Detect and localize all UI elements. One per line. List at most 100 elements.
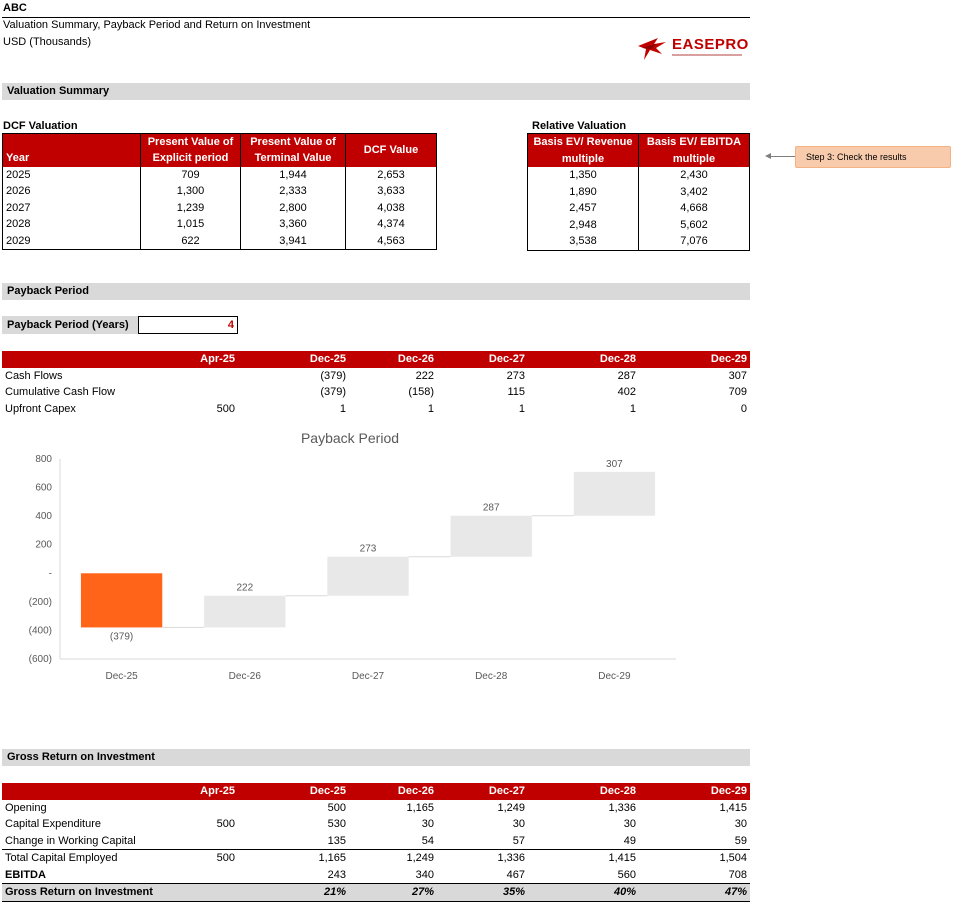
cell: 49	[623, 834, 636, 847]
y-tick-label: (400)	[29, 625, 52, 636]
table-row: Cash Flows (379) 222 273 287 307	[2, 368, 750, 385]
step-callout: Step 3: Check the results	[795, 146, 951, 168]
section-valuation-summary: Valuation Summary	[2, 83, 750, 100]
col-header-dec-28: Dec-28	[599, 353, 636, 365]
table-row: 2027 1,239 2,800 4,038	[3, 199, 437, 216]
data-label: 222	[236, 583, 253, 594]
data-label: 307	[606, 459, 623, 470]
data-label: 287	[483, 503, 500, 514]
rel-header-ev-ebitda-2: multiple	[638, 150, 750, 167]
data-label: 273	[360, 544, 377, 555]
cell: 1	[629, 402, 636, 415]
cell: 1,249	[497, 801, 525, 814]
cell: 1,415	[719, 801, 747, 814]
title-underline	[2, 17, 750, 18]
col-header	[2, 783, 142, 800]
dcf-year: 2026	[6, 185, 31, 197]
dcf-value: 2,653	[345, 166, 437, 183]
company-name: ABC	[3, 2, 27, 14]
row-label: Opening	[5, 801, 47, 814]
table-row: 2,457 4,668	[528, 200, 750, 217]
cell: 30	[421, 818, 434, 830]
cell: 1,249	[349, 849, 437, 867]
gross-return-table: Apr-25 Dec-25 Dec-26 Dec-27 Dec-28 Dec-2…	[2, 783, 750, 902]
cell: 27%	[349, 883, 437, 902]
col-header-apr-25: Apr-25	[200, 785, 235, 797]
cell: 30	[623, 818, 636, 830]
table-row-gross-return: Gross Return on Investment 21% 27% 35% 4…	[2, 883, 750, 902]
cell: 1,336	[437, 849, 528, 867]
row-label: Change in Working Capital	[5, 834, 136, 847]
table-row: 1,890 3,402	[528, 183, 750, 200]
y-tick-label: (200)	[29, 597, 52, 608]
row-label: Upfront Capex	[5, 402, 76, 415]
col-header-dec-29: Dec-29	[710, 785, 747, 797]
row-label: EBITDA	[5, 868, 46, 881]
cell: 708	[728, 868, 747, 881]
dcf-pv-explicit: 709	[140, 166, 241, 183]
cell	[142, 883, 238, 902]
rel-ev-revenue: 1,350	[569, 169, 597, 181]
table-row-total: Total Capital Employed 500 1,165 1,249 1…	[2, 849, 750, 867]
dcf-pv-terminal: 3,941	[240, 232, 346, 250]
cell: 47%	[639, 883, 750, 902]
cell: 500	[142, 849, 238, 867]
dcf-pv-terminal: 2,333	[240, 183, 346, 200]
logo-tagline	[672, 54, 742, 56]
y-tick-label: 400	[35, 511, 52, 522]
y-tick-label: 200	[35, 540, 52, 551]
table-row: Capital Expenditure 500 530 30 30 30 30	[2, 816, 750, 833]
col-header-dec-27: Dec-27	[488, 785, 525, 797]
payback-waterfall-chart: Payback Period (600) (400) (200) - 200 400 600 8…	[29, 430, 676, 682]
cell: 35%	[437, 883, 528, 902]
cell: 1	[427, 402, 434, 415]
cell: 1	[518, 402, 525, 415]
x-tick-label: Dec-29	[598, 671, 631, 682]
rel-ev-revenue: 3,538	[569, 235, 597, 247]
y-tick-label: 800	[35, 454, 52, 465]
payback-table: Apr-25 Dec-25 Dec-26 Dec-27 Dec-28 Dec-2…	[2, 351, 750, 417]
dcf-header-pv-terminal: Present Value of	[240, 133, 346, 150]
row-label: Gross Return on Investment	[2, 883, 153, 902]
dcf-header-dcf-value: DCF Value	[345, 133, 437, 167]
col-header-apr-25: Apr-25	[200, 353, 235, 365]
cell: 1,504	[639, 849, 750, 867]
cell	[142, 800, 238, 817]
payback-period-input[interactable]: 4	[138, 316, 238, 334]
table-row: 2025 709 1,944 2,653	[3, 166, 437, 183]
rel-ev-ebitda: 2,430	[638, 167, 750, 184]
cell: 40%	[528, 883, 639, 902]
cell: 135	[327, 834, 346, 847]
dcf-pv-explicit: 1,239	[140, 199, 241, 216]
cell: 500	[216, 402, 235, 415]
cell: (379)	[320, 386, 346, 398]
dcf-year: 2029	[6, 234, 31, 247]
dcf-header-pv-terminal-2: Terminal Value	[240, 150, 346, 167]
dcf-year: 2027	[6, 201, 31, 214]
rel-ev-revenue: 1,890	[569, 185, 597, 198]
cell: 21%	[238, 883, 349, 902]
cell: 57	[512, 834, 525, 847]
col-header	[2, 351, 142, 368]
table-row: Cumulative Cash Flow (379) (158) 115 402…	[2, 384, 750, 401]
report-title: Valuation Summary, Payback Period and Re…	[3, 19, 311, 31]
cell: 115	[507, 386, 525, 398]
cell: 30	[512, 818, 525, 830]
cell: 467	[506, 868, 525, 881]
dcf-value: 4,563	[345, 232, 437, 250]
cell: 500	[216, 818, 235, 830]
dcf-valuation-label: DCF Valuation	[3, 120, 78, 132]
y-tick-label: (600)	[29, 654, 52, 665]
section-payback-period: Payback Period	[2, 283, 750, 300]
rel-ev-ebitda: 3,402	[638, 183, 750, 200]
waterfall-bar	[450, 515, 532, 557]
relative-valuation-label: Relative Valuation	[532, 120, 627, 132]
x-tick-label: Dec-28	[475, 671, 508, 682]
dcf-value: 4,374	[345, 216, 437, 233]
cell	[142, 867, 238, 884]
table-row-ebitda: EBITDA 243 340 467 560 708	[2, 867, 750, 884]
cell: (379)	[320, 369, 346, 382]
table-row: 2,948 5,602	[528, 216, 750, 233]
x-tick-label: Dec-26	[229, 671, 262, 682]
table-row: 2029 622 3,941 4,563	[3, 232, 437, 250]
